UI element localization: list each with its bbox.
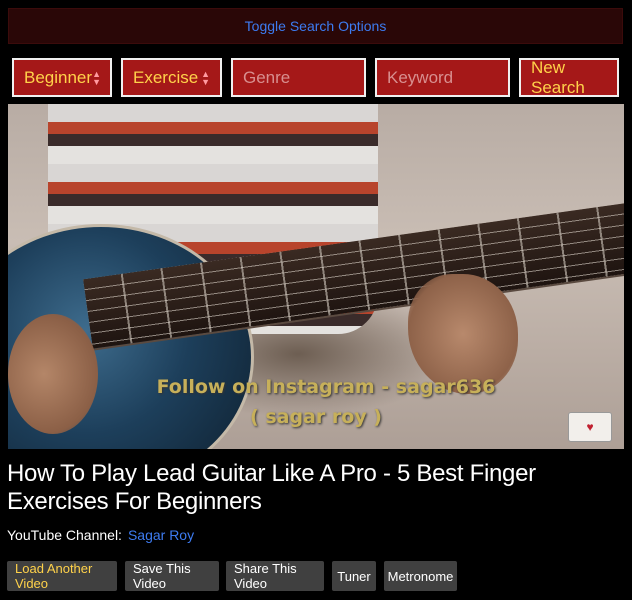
- channel-label: YouTube Channel:: [7, 527, 122, 543]
- load-another-video-button[interactable]: Load Another Video: [7, 561, 117, 591]
- video-player[interactable]: Follow on Instagram - sagar636 ( sagar r…: [8, 104, 624, 449]
- level-select-value: Beginner: [24, 67, 93, 87]
- channel-link[interactable]: Sagar Roy: [128, 527, 194, 543]
- select-arrows-icon: ▲ ▼: [92, 68, 101, 87]
- metronome-button[interactable]: Metronome: [384, 561, 457, 591]
- toggle-search-options-button[interactable]: Toggle Search Options: [8, 8, 623, 44]
- new-search-button[interactable]: New Search: [519, 58, 619, 97]
- category-select-value: Exercise: [133, 67, 199, 87]
- keyword-input[interactable]: Keyword: [375, 58, 510, 97]
- level-select[interactable]: Beginner ▲ ▼: [12, 58, 112, 97]
- category-select[interactable]: Exercise ▲ ▼: [121, 58, 222, 97]
- save-video-button[interactable]: Save This Video: [125, 561, 219, 591]
- select-arrows-icon: ▲ ▼: [201, 68, 210, 87]
- video-title: How To Play Lead Guitar Like A Pro - 5 B…: [7, 460, 536, 515]
- genre-input[interactable]: Genre: [231, 58, 366, 97]
- tuner-button[interactable]: Tuner: [332, 561, 376, 591]
- video-overlay-text: ( sagar roy ): [250, 406, 382, 428]
- video-overlay-text: Follow on Instagram - sagar636: [156, 376, 496, 398]
- channel-info: YouTube Channel: Sagar Roy: [7, 527, 194, 543]
- channel-logo-icon: ♥: [568, 412, 612, 442]
- keyword-placeholder: Keyword: [387, 67, 454, 87]
- share-video-button[interactable]: Share This Video: [226, 561, 324, 591]
- genre-placeholder: Genre: [243, 67, 291, 87]
